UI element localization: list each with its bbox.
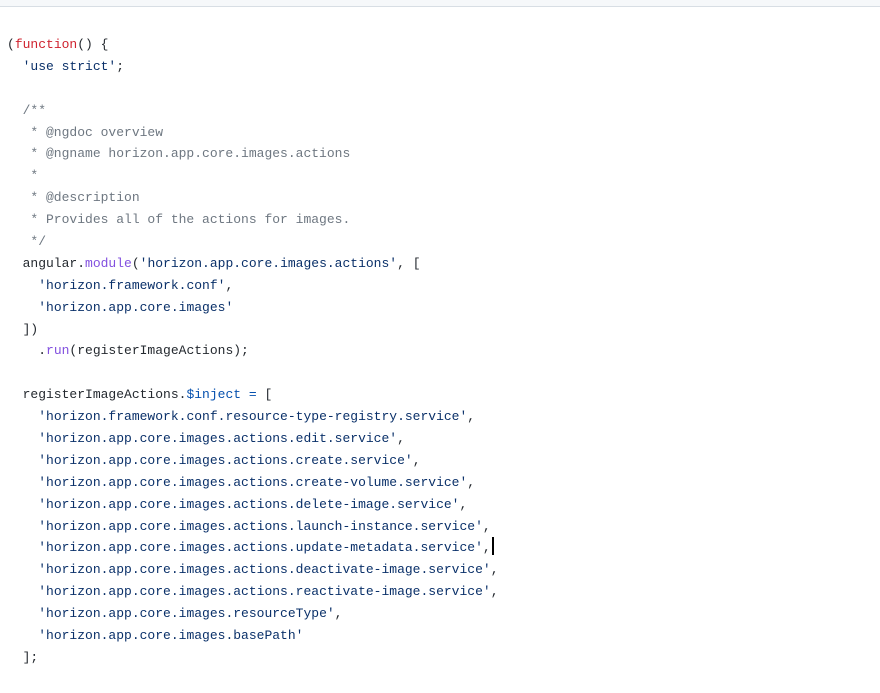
code-line[interactable]: 'horizon.app.core.images.basePath': [7, 625, 877, 647]
code-token: 'horizon.app.core.images.actions': [139, 255, 398, 271]
code-token: ,: [467, 409, 476, 425]
code-token: ,: [490, 584, 499, 600]
code-token: ,: [397, 431, 405, 447]
code-line[interactable]: 'horizon.app.core.images.actions.deactiv…: [7, 559, 877, 581]
code-token: (: [7, 37, 15, 52]
code-token: * @description: [7, 190, 140, 206]
code-line[interactable]: 'horizon.app.core.images.actions.launch-…: [7, 516, 877, 538]
code-line[interactable]: .run(registerImageActions);: [7, 340, 877, 362]
code-token: ;: [116, 58, 125, 74]
code-token: 'horizon.app.core.images.actions.reactiv…: [38, 584, 491, 600]
code-line[interactable]: angular.module('horizon.app.core.images.…: [7, 253, 877, 275]
text-cursor: [491, 537, 494, 556]
code-token: , [: [397, 255, 421, 271]
code-token: 'horizon.app.core.images.actions.update-…: [38, 540, 483, 556]
code-line[interactable]: /**: [7, 100, 877, 122]
code-line[interactable]: *: [7, 165, 877, 187]
code-line[interactable]: 'horizon.app.core.images.actions.create-…: [7, 472, 877, 494]
code-token: * @ngname horizon.app.core.images.action…: [7, 146, 351, 162]
code-token: ,: [412, 452, 421, 468]
code-line[interactable]: * @ngdoc overview: [7, 122, 877, 144]
code-token: 'horizon.app.core.images.actions.launch-…: [38, 518, 483, 534]
code-token: run: [46, 343, 70, 359]
code-line[interactable]: 'horizon.framework.conf.resource-type-re…: [7, 406, 877, 428]
code-line[interactable]: 'horizon.app.core.images.actions.create.…: [7, 450, 877, 472]
code-line[interactable]: 'horizon.app.core.images': [7, 297, 877, 319]
code-token: ,: [467, 474, 476, 490]
code-line[interactable]: 'horizon.framework.conf',: [7, 275, 877, 297]
code-token: 'horizon.app.core.images.actions.create-…: [38, 474, 468, 490]
code-token: ,: [334, 606, 343, 622]
code-line[interactable]: 'horizon.app.core.images.actions.delete-…: [7, 494, 877, 516]
code-token: ,: [482, 518, 491, 534]
code-token: ,: [490, 562, 499, 578]
code-line[interactable]: registerImageActions.$inject = [: [7, 384, 877, 406]
code-token: registerImageActions.: [7, 387, 187, 403]
code-token: (registerImageActions);: [69, 343, 249, 359]
code-token: ]): [7, 321, 39, 337]
code-line[interactable]: * @ngname horizon.app.core.images.action…: [7, 143, 877, 165]
code-token: ,: [225, 277, 234, 293]
code-token: $inject: [186, 387, 242, 403]
code-token: *: [7, 168, 39, 184]
code-token: 'use strict': [22, 58, 117, 74]
code-token: 'horizon.framework.conf': [38, 277, 226, 293]
code-line[interactable]: * Provides all of the actions for images…: [7, 209, 877, 231]
code-line[interactable]: [7, 362, 877, 384]
code-token: ];: [7, 649, 39, 665]
code-token: 'horizon.app.core.images.resourceType': [38, 606, 335, 622]
code-line[interactable]: 'horizon.app.core.images.resourceType',: [7, 603, 877, 625]
code-token: ,: [482, 540, 491, 556]
code-token: () {: [77, 37, 109, 52]
code-token: 'horizon.app.core.images.basePath': [38, 628, 304, 644]
code-line[interactable]: (function() {: [7, 34, 877, 56]
code-token: angular.: [7, 255, 86, 271]
code-token: * Provides all of the actions for images…: [7, 212, 351, 228]
code-line[interactable]: 'horizon.app.core.images.actions.update-…: [7, 537, 877, 559]
code-token: 'horizon.app.core.images.actions.delete-…: [38, 496, 460, 512]
code-line[interactable]: ];: [7, 647, 877, 669]
code-token: 'horizon.app.core.images': [38, 299, 234, 315]
code-token: 'horizon.framework.conf.resource-type-re…: [38, 409, 468, 425]
code-line[interactable]: ]): [7, 319, 877, 341]
code-line[interactable]: * @description: [7, 187, 877, 209]
code-token: function: [14, 37, 78, 52]
code-token: =: [248, 387, 257, 403]
code-token: (: [131, 255, 140, 271]
code-editor[interactable]: (function() { 'use strict'; /** * @ngdoc…: [7, 34, 877, 669]
code-token: * @ngdoc overview: [7, 124, 164, 140]
code-token: /**: [7, 102, 47, 118]
code-token: 'horizon.app.core.images.actions.edit.se…: [38, 431, 398, 447]
code-token: 'horizon.app.core.images.actions.create.…: [38, 452, 413, 468]
code-token: .: [7, 343, 47, 359]
code-token: ,: [459, 496, 468, 512]
code-line[interactable]: 'horizon.app.core.images.actions.reactiv…: [7, 581, 877, 603]
code-token: [: [256, 387, 273, 403]
code-token: module: [85, 255, 132, 271]
code-token: 'horizon.app.core.images.actions.deactiv…: [38, 562, 491, 578]
top-toolbar-edge: [0, 0, 880, 7]
code-line[interactable]: */: [7, 231, 877, 253]
code-line[interactable]: 'horizon.app.core.images.actions.edit.se…: [7, 428, 877, 450]
code-line[interactable]: [7, 78, 877, 100]
code-token: */: [7, 234, 47, 250]
code-line[interactable]: 'use strict';: [7, 56, 877, 78]
